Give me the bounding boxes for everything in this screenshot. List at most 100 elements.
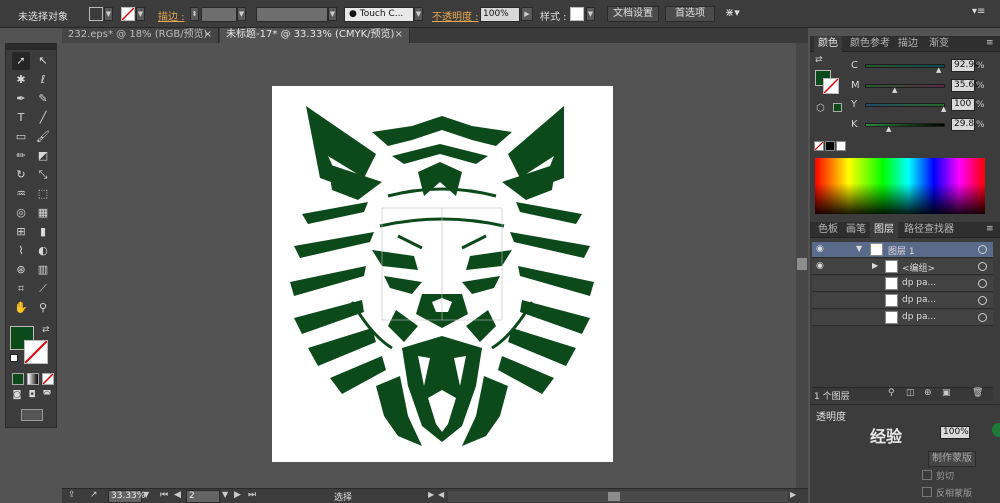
swap-icon[interactable]: ⇄	[815, 55, 823, 65]
pen-tool-icon[interactable]: ✒	[12, 90, 30, 108]
tools-panel-header[interactable]	[6, 44, 56, 50]
draw-behind-icon[interactable]: ◘	[25, 389, 39, 401]
rotate-tool-icon[interactable]: ↻	[12, 166, 30, 184]
cyan-slider-thumb[interactable]: ▲	[936, 66, 941, 74]
black-value[interactable]: 29.8	[951, 118, 975, 131]
tab-document-untitled-17[interactable]: 未标题-17* @ 33.33% (CMYK/预览) ×	[220, 28, 410, 43]
brush-dropdown[interactable]: ▼	[414, 7, 423, 21]
free-transform-tool-icon[interactable]: ⬚	[34, 185, 52, 203]
close-icon[interactable]: ×	[395, 28, 403, 42]
draw-inside-icon[interactable]: ◚	[40, 389, 54, 401]
selection-tool-icon[interactable]: ➚	[12, 52, 30, 70]
tab-document-232[interactable]: 232.eps* @ 18% (RGB/预览) ×	[62, 28, 219, 43]
color-spectrum[interactable]	[815, 158, 985, 214]
tab-brushes[interactable]: 画笔	[842, 222, 870, 238]
default-colors-icon[interactable]	[10, 354, 18, 362]
visibility-eye-icon[interactable]: ◉	[816, 261, 824, 271]
layer-row[interactable]: ◉ ▼ 图层 1	[812, 242, 993, 258]
zoom-dropdown[interactable]: ▼	[143, 490, 149, 499]
tab-swatches[interactable]: 色板	[814, 222, 842, 238]
gradient-tool-icon[interactable]: ▮	[34, 223, 52, 241]
yellow-value[interactable]: 100	[951, 98, 975, 111]
hscroll-right-icon[interactable]: ▶	[790, 490, 796, 499]
layer-row[interactable]: ◉ ▶ <编组>	[812, 259, 993, 275]
tab-color-guide[interactable]: 颜色参考	[846, 36, 894, 52]
eyedropper-tool-icon[interactable]: ⌇	[12, 242, 30, 260]
perspective-grid-tool-icon[interactable]: ▦	[34, 204, 52, 222]
black-slider-thumb[interactable]: ▲	[886, 125, 891, 133]
screen-mode-icon[interactable]	[21, 409, 43, 421]
transparency-opacity-field[interactable]: 100%	[940, 426, 970, 439]
last-artboard-icon[interactable]: ⏭	[248, 490, 256, 500]
wolf-head-artwork[interactable]	[272, 86, 613, 462]
next-artboard-icon[interactable]: ▶	[234, 490, 241, 500]
tab-color[interactable]: 颜色	[814, 36, 842, 52]
direct-selection-tool-icon[interactable]: ↖	[34, 52, 52, 70]
opacity-dropdown[interactable]: ▶	[521, 7, 533, 21]
eraser-tool-icon[interactable]: ◩	[34, 147, 52, 165]
artboard[interactable]	[272, 86, 613, 462]
cyan-value[interactable]: 92.94	[951, 59, 980, 72]
zoom-field[interactable]: 33.33%	[108, 490, 145, 503]
horizontal-scrollbar-thumb[interactable]	[608, 492, 620, 501]
fill-swatch[interactable]	[89, 7, 103, 21]
magenta-slider-thumb[interactable]: ▲	[892, 86, 897, 94]
fill-dropdown[interactable]: ▼	[104, 7, 113, 21]
variable-width-profile[interactable]	[256, 7, 328, 22]
target-circle-icon[interactable]	[978, 279, 987, 288]
arrange-icon[interactable]: ⋇▾	[725, 6, 740, 19]
rectangle-tool-icon[interactable]: ▭	[12, 128, 30, 146]
panel-menu-icon[interactable]: ▾≡	[972, 6, 985, 17]
gamut-swatch[interactable]	[833, 103, 842, 112]
artboard-tool-icon[interactable]: ⌗	[12, 280, 30, 298]
black-chip[interactable]	[825, 141, 835, 151]
shape-builder-tool-icon[interactable]: ◎	[12, 204, 30, 222]
swap-colors-icon[interactable]: ⇄	[42, 325, 50, 335]
mesh-tool-icon[interactable]: ⊞	[12, 223, 30, 241]
first-artboard-icon[interactable]: ⏮	[160, 490, 168, 500]
stroke-label[interactable]: 描边 :	[158, 8, 185, 23]
profile-dropdown[interactable]: ▼	[328, 7, 337, 21]
preferences-button[interactable]: 首选项	[665, 6, 715, 22]
slice-tool-icon[interactable]: ⟋	[34, 280, 52, 298]
draw-normal-icon[interactable]: ◙	[10, 389, 24, 401]
brush-definition[interactable]: ● Touch C...	[344, 7, 414, 22]
cyan-slider[interactable]	[865, 64, 945, 68]
stroke-swatch[interactable]	[121, 7, 135, 21]
graphic-style-swatch[interactable]	[570, 7, 584, 21]
line-tool-icon[interactable]: ╱	[34, 109, 52, 127]
gradient-mode-icon[interactable]	[27, 373, 39, 385]
black-slider[interactable]	[865, 123, 945, 127]
new-layer-icon[interactable]: ▣	[942, 388, 951, 398]
magenta-slider[interactable]	[865, 84, 945, 88]
panel-menu-icon[interactable]: ≡	[986, 38, 994, 48]
magenta-value[interactable]: 35.69	[951, 79, 980, 92]
target-circle-icon[interactable]	[978, 313, 987, 322]
color-panel-stroke-box[interactable]	[823, 78, 839, 94]
white-chip[interactable]	[836, 141, 846, 151]
graphic-style-dropdown[interactable]: ▼	[586, 7, 595, 21]
make-mask-button[interactable]: 制作蒙版	[928, 451, 976, 467]
document-setup-button[interactable]: 文档设置	[607, 6, 659, 22]
stroke-weight-field[interactable]	[201, 7, 237, 22]
paintbrush-tool-icon[interactable]: 🖌	[34, 128, 52, 146]
hand-tool-icon[interactable]: ✋	[12, 299, 30, 317]
symbol-sprayer-tool-icon[interactable]: ⊛	[12, 261, 30, 279]
stroke-weight-stepper[interactable]: ⬍	[190, 7, 199, 21]
none-mode-icon[interactable]	[42, 373, 54, 385]
tab-pathfinder[interactable]: 路径查找器	[900, 222, 958, 238]
tab-stroke[interactable]: 描边	[894, 36, 922, 52]
vertical-scrollbar-thumb[interactable]	[797, 258, 807, 270]
tab-gradient[interactable]: 渐变	[925, 36, 953, 52]
expand-arrow-icon[interactable]: ▶	[872, 261, 878, 270]
expand-arrow-icon[interactable]: ▼	[856, 244, 862, 253]
warp-tool-icon[interactable]: ♒	[12, 185, 30, 203]
tab-layers[interactable]: 图层	[870, 222, 898, 238]
color-mode-icon[interactable]	[12, 373, 24, 385]
none-chip[interactable]	[814, 141, 824, 151]
locate-object-icon[interactable]: ⚲	[888, 388, 895, 398]
clip-checkbox[interactable]	[922, 470, 932, 480]
delete-layer-icon[interactable]: 🗑	[972, 388, 983, 398]
invert-mask-checkbox[interactable]	[922, 487, 932, 497]
out-of-gamut-icon[interactable]: ⬡	[816, 103, 825, 114]
